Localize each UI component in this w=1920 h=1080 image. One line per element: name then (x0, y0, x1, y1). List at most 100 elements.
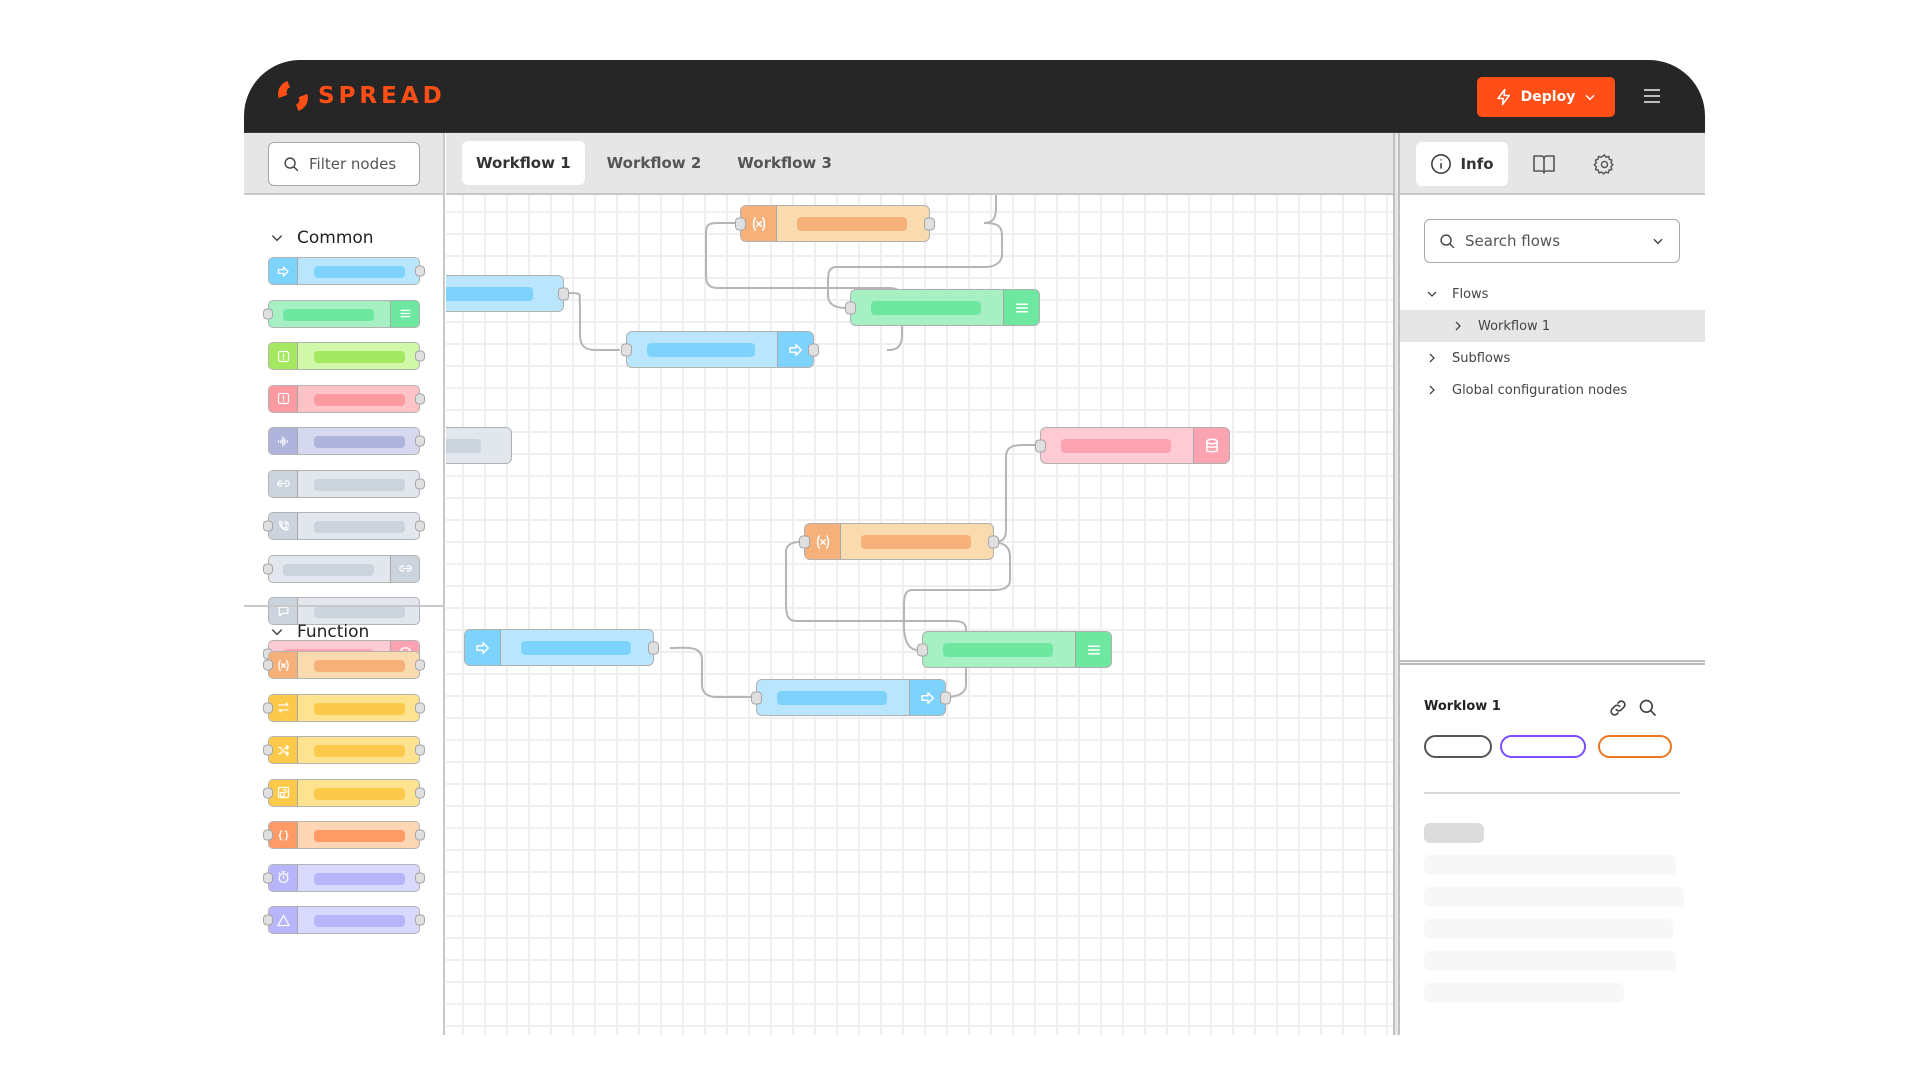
chevron-down-icon (1427, 291, 1437, 297)
flow-node[interactable] (799, 523, 999, 560)
tab-workflow-2[interactable]: Workflow 2 (593, 141, 716, 185)
input-port[interactable] (263, 659, 273, 671)
input-port[interactable] (263, 829, 273, 841)
panel-resize-handle[interactable] (1393, 133, 1400, 1035)
tab-workflow-3[interactable]: Workflow 3 (723, 141, 846, 185)
tab-settings[interactable] (1582, 142, 1626, 186)
input-port[interactable] (845, 301, 856, 314)
palette-node[interactable] (263, 651, 425, 679)
palette-node[interactable] (263, 512, 425, 540)
output-port[interactable] (808, 343, 819, 356)
chevron-right-icon (1429, 385, 1435, 395)
input-port[interactable] (263, 914, 273, 926)
tab-workflow-1[interactable]: Workflow 1 (462, 141, 585, 185)
arrow-right-icon (920, 691, 934, 704)
input-port[interactable] (1035, 439, 1046, 452)
output-port[interactable] (415, 265, 425, 277)
flow-node[interactable] (464, 629, 659, 666)
palette-node[interactable] (268, 257, 425, 285)
flow-node[interactable] (735, 205, 935, 242)
flow-node[interactable] (917, 631, 1112, 668)
flow-node[interactable] (845, 289, 1040, 326)
output-port[interactable] (415, 702, 425, 713)
flow-canvas[interactable] (446, 195, 1393, 1035)
tree-item-flows[interactable]: Flows (1400, 278, 1705, 310)
input-port[interactable] (735, 217, 746, 230)
tag-pill[interactable] (1424, 735, 1492, 758)
output-port[interactable] (558, 287, 569, 300)
node-label-placeholder (797, 217, 907, 231)
input-port[interactable] (751, 691, 762, 704)
filter-nodes-input[interactable]: Filter nodes (268, 142, 420, 186)
flow-node[interactable] (446, 275, 569, 312)
tree-item-global-config[interactable]: Global configuration nodes (1400, 374, 1705, 406)
deploy-button[interactable]: Deploy (1477, 77, 1615, 117)
skeleton-line (1424, 855, 1676, 875)
palette-node[interactable] (263, 299, 420, 328)
skeleton-line (1424, 919, 1673, 939)
tag-pill[interactable] (1598, 735, 1672, 758)
input-port[interactable] (263, 520, 273, 532)
output-port[interactable] (415, 393, 425, 404)
search-icon[interactable] (1638, 698, 1658, 718)
output-port[interactable] (415, 520, 425, 532)
link-out-icon (398, 565, 412, 572)
output-port[interactable] (924, 217, 935, 230)
category-function[interactable]: Function (244, 617, 369, 647)
palette-node[interactable] (268, 384, 425, 413)
output-port[interactable] (415, 914, 425, 926)
output-port[interactable] (415, 787, 425, 798)
node-label-placeholder (314, 436, 405, 448)
palette-node[interactable] (263, 736, 425, 764)
palette-node[interactable] (268, 342, 425, 370)
output-port[interactable] (415, 435, 425, 447)
palette-node[interactable] (268, 469, 425, 498)
filter-placeholder: Filter nodes (309, 155, 397, 173)
tab-help[interactable] (1522, 142, 1566, 186)
output-port[interactable] (940, 691, 951, 704)
palette-node[interactable] (263, 821, 425, 849)
input-port[interactable] (263, 787, 273, 798)
input-port[interactable] (263, 702, 273, 713)
skeleton-line (1424, 823, 1484, 843)
input-port[interactable] (263, 563, 273, 574)
tag-pill[interactable] (1500, 735, 1586, 758)
output-port[interactable] (988, 535, 999, 548)
panel-split-handle[interactable] (1400, 660, 1705, 665)
flow-node[interactable] (446, 427, 512, 464)
hamburger-menu-icon[interactable] (1641, 85, 1663, 107)
palette-node[interactable] (263, 554, 420, 583)
input-port[interactable] (263, 744, 273, 756)
input-port[interactable] (917, 643, 928, 656)
tree-item-workflow-1[interactable]: Workflow 1 (1400, 310, 1705, 342)
input-port[interactable] (263, 872, 273, 883)
input-port[interactable] (799, 535, 810, 548)
flow-node[interactable] (621, 331, 819, 368)
flow-node[interactable] (751, 679, 951, 716)
wire (563, 292, 620, 351)
output-port[interactable] (648, 641, 659, 654)
flow-node[interactable] (1035, 427, 1230, 464)
palette-node[interactable] (263, 906, 425, 934)
output-port[interactable] (415, 872, 425, 883)
input-port[interactable] (621, 343, 632, 356)
output-port[interactable] (415, 744, 425, 756)
tab-info[interactable]: Info (1416, 142, 1508, 186)
category-common[interactable]: Common (244, 223, 374, 253)
input-port[interactable] (263, 308, 273, 319)
link-icon[interactable] (1608, 698, 1628, 718)
output-port[interactable] (415, 350, 425, 362)
palette-node[interactable] (268, 427, 425, 455)
output-port[interactable] (415, 829, 425, 841)
palette-node[interactable] (263, 693, 425, 722)
palette-toolbar: Filter nodes (244, 133, 443, 195)
gear-icon (1592, 153, 1614, 175)
search-flows-select[interactable]: Search flows (1424, 219, 1680, 263)
link-in-icon (276, 480, 290, 487)
node-icon-area (741, 206, 777, 241)
tree-item-subflows[interactable]: Subflows (1400, 342, 1705, 374)
output-port[interactable] (415, 478, 425, 489)
palette-node[interactable] (263, 778, 425, 807)
palette-node[interactable] (263, 863, 425, 892)
output-port[interactable] (415, 659, 425, 671)
